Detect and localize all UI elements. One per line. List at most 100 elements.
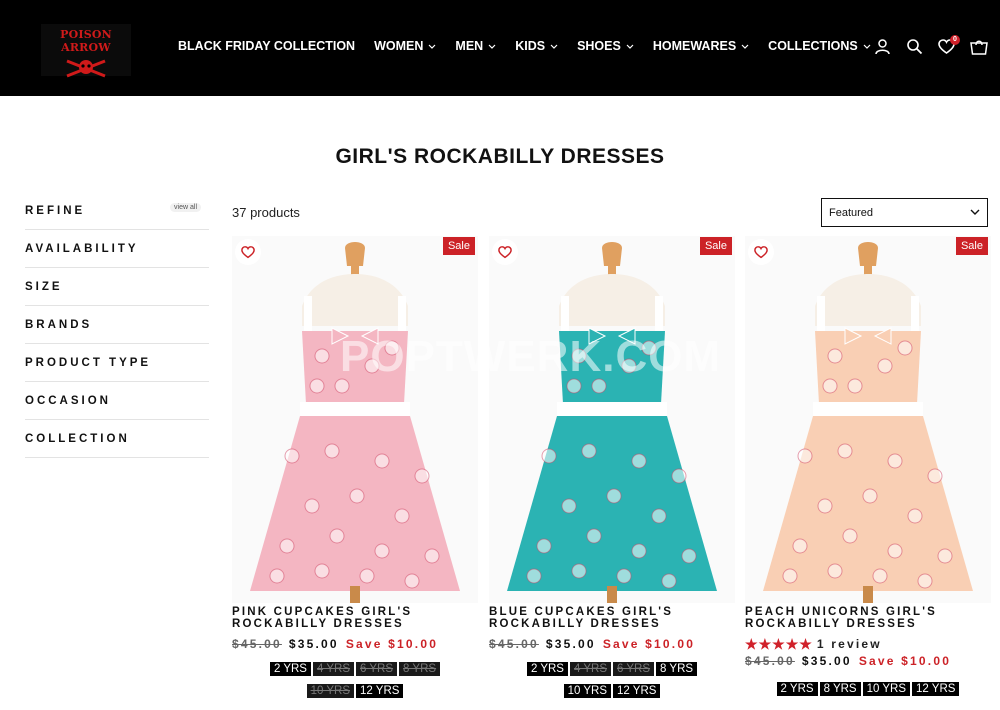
cart-icon[interactable] [970,39,988,60]
nav-item-kids[interactable]: KIDS [515,39,558,53]
header-icons: 0 [859,34,988,60]
product-card[interactable]: Sale BLUE CUPCAKES GIRL'S ROCKABILLY DRESS… [489,236,735,698]
size-option[interactable]: 10 YRS [563,684,611,698]
savings-text: Save $10.00 [858,654,952,668]
sale-price: $35.00 [288,637,339,651]
chevron-down-icon [970,209,980,215]
size-option[interactable]: 10 YRS [306,684,354,698]
filter-label: BRANDS [25,318,93,331]
sale-badge: Sale [442,237,475,255]
star-icon: ★ [758,636,772,652]
size-option[interactable]: 2 YRS [776,682,818,696]
skull-crossbones-icon [66,59,106,78]
nav-item-men[interactable]: MEN [455,39,496,53]
nav-item-label: BLACK FRIDAY COLLECTION [178,39,356,53]
heart-icon [498,245,512,258]
product-title[interactable]: BLUE CUPCAKES GIRL'S ROCKABILLY DRESSES $4… [489,606,735,650]
size-option[interactable]: 12 YRS [613,684,661,698]
nav-item-collections[interactable]: COLLECTIONS [768,39,871,53]
savings-text: Save $10.00 [602,637,696,651]
filter-availability[interactable]: AVAILABILITY [25,230,209,268]
filter-brands[interactable]: BRANDS [25,306,209,344]
product-image-wrap[interactable]: Sale [232,236,478,603]
product-title-line: ROCKABILLY DRESSES [232,618,404,630]
size-option[interactable]: 12 YRS [912,682,960,696]
size-row: 10 YRS 12 YRS [489,679,735,701]
account-icon[interactable] [874,38,891,60]
size-row: 2 YRS 8 YRS 10 YRS 12 YRS [745,677,991,699]
sort-select-value: Featured [829,206,874,219]
filter-size[interactable]: SIZE [25,268,209,306]
filter-occasion[interactable]: OCCASION [25,382,209,420]
add-to-wishlist-button[interactable] [492,239,518,265]
nav-item-homewares[interactable]: HOMEWARES [653,39,749,53]
wishlist-icon[interactable]: 0 [938,34,960,60]
chevron-down-icon [488,44,496,49]
size-option[interactable]: 6 YRS [356,662,398,676]
sort-select[interactable]: Featured [821,198,988,227]
size-options: 2 YRS 4 YRS 6 YRS 8 YRS 10 YRS 12 YRS [489,657,735,701]
filter-refine[interactable]: REFINE view all [25,192,209,230]
size-option[interactable]: 12 YRS [356,684,404,698]
view-all-link[interactable]: view all [170,203,201,212]
nav-item-label: WOMEN [374,39,424,53]
size-option[interactable]: 4 YRS [569,662,611,676]
sale-price: $35.00 [545,637,596,651]
sale-price: $35.00 [801,654,852,668]
size-option[interactable]: 2 YRS [269,662,311,676]
filter-sidebar: REFINE view all AVAILABILITY SIZE BRANDS PROD… [25,192,209,458]
product-card[interactable]: Sale PEACH UNICORNS GIRL'S ROCKABILLY DRES… [745,236,991,696]
filter-label: OCCASION [25,394,111,407]
wishlist-badge: 0 [950,34,960,45]
size-option[interactable]: 8 YRS [656,662,698,676]
product-image-wrap[interactable]: Sale [489,236,735,603]
product-title-line: BLUE CUPCAKES GIRL'S [489,606,674,618]
nav-item-women[interactable]: WOMEN [374,39,436,53]
size-option[interactable]: 2 YRS [526,662,568,676]
product-image[interactable] [232,236,478,603]
nav-item-shoes[interactable]: SHOES [577,39,634,53]
price-row: $45.00 $35.00 Save $10.00 [232,638,478,650]
chevron-down-icon [626,44,634,49]
size-option[interactable]: 8 YRS [399,662,441,676]
product-image[interactable] [745,236,991,603]
product-card[interactable]: Sale PINK CUPCAKES GIRL'S ROCKABILLY DRESS… [232,236,478,698]
product-image-wrap[interactable]: Sale [745,236,991,603]
product-count: 37 products [232,205,300,220]
nav-item-label: KIDS [515,39,546,53]
size-options: 2 YRS 4 YRS 6 YRS 8 YRS 10 YRS 12 YRS [232,657,478,701]
filter-label: AVAILABILITY [25,242,139,255]
nav-item-label: SHOES [577,39,621,53]
watermark: POPTWERK.COM [340,332,722,381]
rating[interactable]: ★ ★ ★ ★ ★ 1 review [745,636,991,652]
size-option[interactable]: 4 YRS [312,662,354,676]
add-to-wishlist-button[interactable] [748,239,774,265]
sale-badge: Sale [699,237,732,255]
nav-item-black-friday-collection[interactable]: BLACK FRIDAY COLLECTION [178,39,355,53]
size-option[interactable]: 10 YRS [862,682,911,696]
search-icon[interactable] [906,38,923,60]
filter-product-type[interactable]: PRODUCT TYPE [25,344,209,382]
nav-item-label: HOMEWARES [652,39,737,53]
brand-logo[interactable]: POISON ARROW [41,24,131,78]
star-icon: ★ [785,636,799,652]
product-image[interactable] [489,236,735,603]
size-option[interactable]: 6 YRS [613,662,655,676]
star-icon: ★ [772,636,785,652]
price-row: $45.00 $35.00 Save $10.00 [745,655,991,667]
product-title-line: PEACH UNICORNS GIRL'S [745,606,938,618]
size-row: 2 YRS 4 YRS 6 YRS 8 YRS [232,657,478,679]
product-title[interactable]: PINK CUPCAKES GIRL'S ROCKABILLY DRESSES $4… [232,606,478,650]
main-nav: BLACK FRIDAY COLLECTION WOMEN MEN KIDS SHOES… [178,39,890,53]
filter-collection[interactable]: COLLECTION [25,420,209,458]
star-icon: ★ [799,636,812,652]
size-option[interactable]: 8 YRS [819,682,861,696]
chevron-down-icon [741,44,749,49]
page-title: GIRL'S ROCKABILLY DRESSES [335,145,665,168]
filter-label: COLLECTION [25,432,130,445]
product-title[interactable]: PEACH UNICORNS GIRL'S ROCKABILLY DRESSES ★… [745,606,991,667]
add-to-wishlist-button[interactable] [235,239,261,265]
product-title-line: PINK CUPCAKES GIRL'S [232,606,413,618]
filter-label: SIZE [25,280,63,293]
nav-item-label: COLLECTIONS [768,39,858,53]
